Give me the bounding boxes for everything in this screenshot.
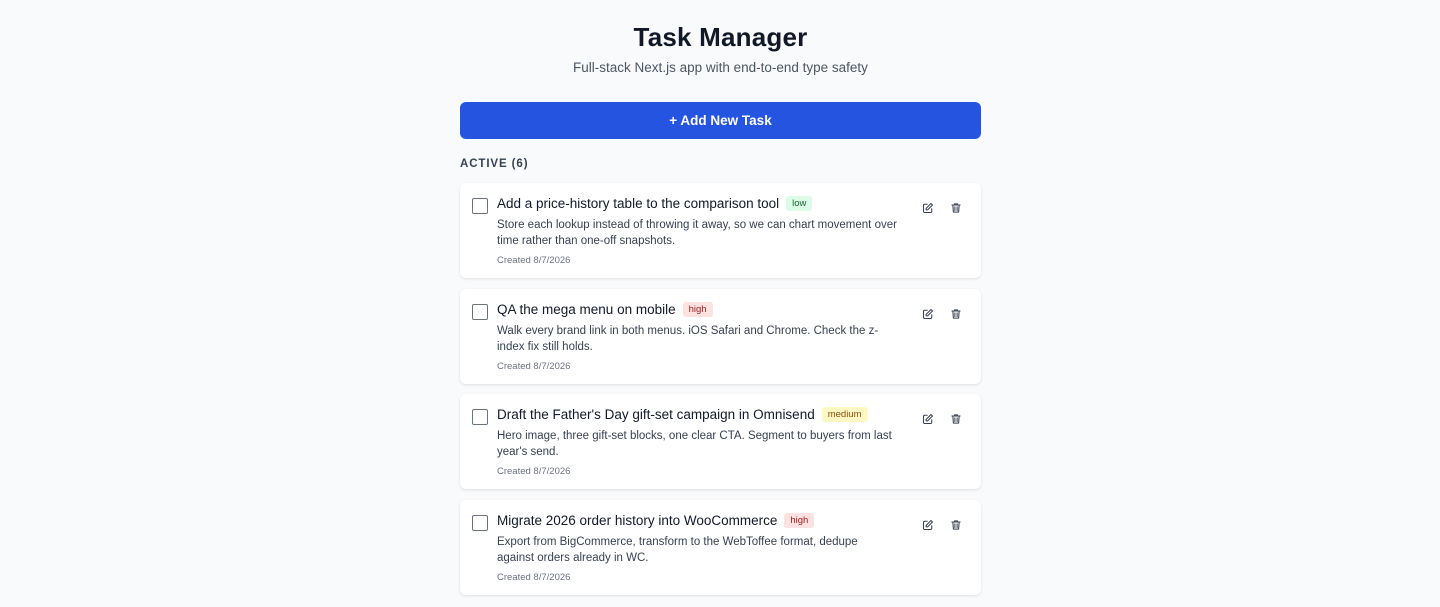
task-description: Export from BigCommerce, transform to th… [497, 535, 858, 564]
edit-icon[interactable] [920, 306, 936, 322]
page-title: Task Manager [633, 22, 808, 52]
task-title: Migrate 2026 order history into WooComme… [497, 512, 778, 528]
section-label-active: ACTIVE (6) [460, 158, 529, 170]
task-card: Add a price-history table to the compari… [460, 183, 981, 278]
task-created-date: Created 8/7/2026 [497, 571, 571, 583]
trash-icon[interactable] [948, 306, 964, 322]
task-header: Migrate 2026 order history into WooComme… [497, 512, 815, 528]
task-header: QA the mega menu on mobile high [497, 301, 713, 317]
edit-icon[interactable] [920, 200, 936, 216]
page: Task Manager Full-stack Next.js app with… [0, 0, 1440, 607]
add-new-task-button[interactable]: + Add New Task [460, 102, 981, 139]
task-description: Hero image, three gift-set blocks, one c… [497, 430, 892, 458]
task-card: QA the mega menu on mobile high Walk eve… [460, 288, 981, 384]
task-header: Add a price-history table to the compari… [497, 196, 813, 211]
trash-icon[interactable] [948, 411, 964, 427]
task-card: Draft the Father's Day gift-set campaign… [460, 394, 981, 489]
task-list: Add a price-history table to the compari… [460, 183, 981, 605]
task-description: Walk every brand link in both menus. iOS… [497, 324, 879, 353]
task-header: Draft the Father's Day gift-set campaign… [497, 407, 868, 422]
task-created-date: Created 8/7/2026 [497, 466, 571, 477]
task-created-date: Created 8/7/2026 [497, 360, 571, 372]
priority-badge: low [786, 196, 813, 211]
task-created-date: Created 8/7/2026 [497, 255, 571, 266]
task-title: QA the mega menu on mobile [497, 301, 676, 317]
priority-badge: high [682, 301, 713, 317]
task-title: Draft the Father's Day gift-set campaign… [497, 407, 815, 422]
page-subtitle: Full-stack Next.js app with end-to-end t… [573, 60, 868, 75]
priority-badge: medium [821, 407, 868, 422]
task-title: Add a price-history table to the compari… [497, 196, 780, 211]
task-card: Migrate 2026 order history into WooComme… [460, 499, 981, 595]
trash-icon[interactable] [948, 200, 964, 216]
task-checkbox[interactable] [472, 514, 488, 531]
edit-icon[interactable] [920, 517, 936, 533]
edit-icon[interactable] [920, 411, 936, 427]
task-checkbox[interactable] [472, 409, 488, 425]
task-description: Store each lookup instead of throwing it… [497, 219, 897, 247]
trash-icon[interactable] [948, 517, 964, 533]
task-checkbox[interactable] [472, 303, 488, 320]
task-checkbox[interactable] [472, 198, 488, 214]
priority-badge: high [784, 512, 815, 528]
